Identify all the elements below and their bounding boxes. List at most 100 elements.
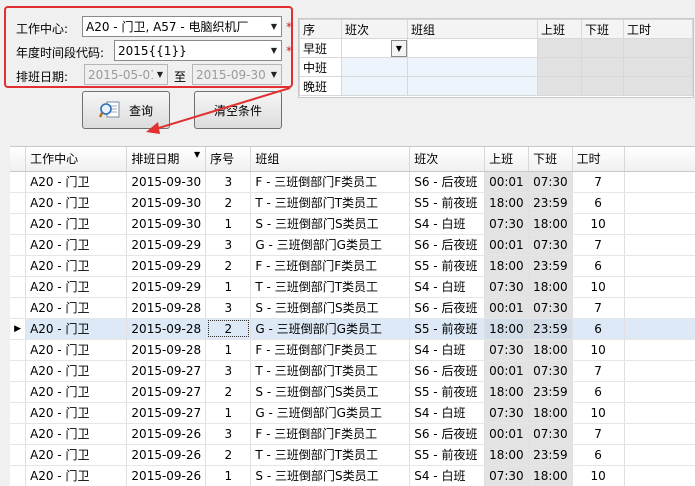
row-indicator[interactable]	[10, 234, 27, 256]
chevron-down-icon[interactable]: ▼	[267, 41, 281, 60]
cell-hours[interactable]: 10	[572, 339, 625, 361]
cell-hours[interactable]: 7	[572, 234, 625, 256]
cell-seq[interactable]: 3	[205, 297, 252, 319]
cell-seq[interactable]: 1	[205, 465, 252, 486]
table-row[interactable]: A20 - 门卫 2015-09-28 3 S - 三班倒部门S类员工 S6 - 后夜班…	[10, 297, 695, 319]
shift-row[interactable]: 早班 ▼	[299, 38, 693, 58]
current-row-indicator-icon[interactable]: ▶	[10, 318, 27, 340]
row-indicator[interactable]	[10, 381, 27, 403]
cell-seq[interactable]: 1	[205, 339, 252, 361]
table-row[interactable]: A20 - 门卫 2015-09-30 1 S - 三班倒部门S类员工 S4 - 白班 0…	[10, 213, 695, 235]
cell-date[interactable]: 2015-09-28	[126, 318, 207, 340]
cell-team[interactable]: F - 三班倒部门F类员工	[250, 255, 411, 277]
cell-team[interactable]: F - 三班倒部门F类员工	[250, 171, 411, 193]
cell-start[interactable]: 07:30	[484, 339, 530, 361]
cell-hours[interactable]: 10	[572, 465, 625, 486]
cell-team[interactable]: T - 三班倒部门T类员工	[250, 444, 411, 466]
cell-shift[interactable]: S4 - 白班	[409, 339, 486, 361]
cell-team[interactable]: T - 三班倒部门T类员工	[250, 276, 411, 298]
table-row[interactable]: A20 - 门卫 2015-09-26 1 S - 三班倒部门S类员工 S4 - 白班 0…	[10, 465, 695, 486]
table-row[interactable]: A20 - 门卫 2015-09-28 1 F - 三班倒部门F类员工 S4 - 白班 0…	[10, 339, 695, 361]
cell-seq[interactable]: 2	[205, 444, 252, 466]
table-row[interactable]: A20 - 门卫 2015-09-26 2 T - 三班倒部门T类员工 S5 - 前夜班…	[10, 444, 695, 466]
cell-hours[interactable]: 6	[572, 444, 625, 466]
cell-date[interactable]: 2015-09-27	[126, 360, 207, 382]
cell-shift[interactable]: S5 - 前夜班	[409, 192, 486, 214]
cell-seq[interactable]: 3	[205, 171, 252, 193]
cell-start[interactable]: 00:01	[484, 171, 530, 193]
cell-work-center[interactable]: A20 - 门卫	[25, 360, 128, 382]
row-indicator[interactable]	[10, 213, 27, 235]
cell-start[interactable]: 07:30	[484, 213, 530, 235]
chevron-down-icon[interactable]: ▼	[153, 65, 167, 84]
cell-hours[interactable]: 6	[572, 318, 625, 340]
cell-team[interactable]: S - 三班倒部门S类员工	[250, 297, 411, 319]
cell-work-center[interactable]: A20 - 门卫	[25, 318, 128, 340]
cell-hours[interactable]: 10	[572, 402, 625, 424]
cell-date[interactable]: 2015-09-28	[126, 339, 207, 361]
cell-date[interactable]: 2015-09-27	[126, 402, 207, 424]
cell-hours[interactable]: 7	[572, 423, 625, 445]
cell-seq[interactable]: 1	[205, 213, 252, 235]
row-indicator[interactable]	[10, 255, 27, 277]
shift-row[interactable]: 晚班	[299, 76, 693, 96]
cell-start[interactable]: 07:30	[484, 402, 530, 424]
cell-shift[interactable]: S6 - 后夜班	[409, 360, 486, 382]
col-header-team[interactable]: 班组	[250, 147, 411, 172]
table-row[interactable]: A20 - 门卫 2015-09-27 1 G - 三班倒部门G类员工 S4 - 白班 0…	[10, 402, 695, 424]
shift-cell[interactable]	[407, 38, 538, 58]
cell-hours[interactable]: 7	[572, 297, 625, 319]
col-header-seq[interactable]: 序号	[205, 147, 252, 172]
cell-start[interactable]: 00:01	[484, 297, 530, 319]
cell-end[interactable]: 18:00	[528, 213, 573, 235]
row-indicator[interactable]	[10, 360, 27, 382]
cell-shift[interactable]: S6 - 后夜班	[409, 171, 486, 193]
cell-team[interactable]: G - 三班倒部门G类员工	[250, 402, 411, 424]
cell-date[interactable]: 2015-09-27	[126, 381, 207, 403]
cell-work-center[interactable]: A20 - 门卫	[25, 171, 128, 193]
table-row[interactable]: A20 - 门卫 2015-09-27 3 T - 三班倒部门T类员工 S6 - 后夜班…	[10, 360, 695, 382]
cell-work-center[interactable]: A20 - 门卫	[25, 402, 128, 424]
cell-hours[interactable]: 6	[572, 381, 625, 403]
cell-shift[interactable]: S5 - 前夜班	[409, 255, 486, 277]
cell-end[interactable]: 07:30	[528, 297, 573, 319]
cell-shift[interactable]: S4 - 白班	[409, 276, 486, 298]
cell-seq[interactable]: 2	[205, 255, 252, 277]
row-indicator[interactable]	[10, 423, 27, 445]
cell-date[interactable]: 2015-09-30	[126, 192, 207, 214]
chevron-down-icon[interactable]: ▼	[391, 39, 407, 57]
cell-hours[interactable]: 7	[572, 360, 625, 382]
cell-date[interactable]: 2015-09-26	[126, 444, 207, 466]
cell-date[interactable]: 2015-09-29	[126, 276, 207, 298]
cell-end[interactable]: 07:30	[528, 171, 573, 193]
col-header-date[interactable]: 排班日期 ▼	[126, 147, 207, 172]
cell-work-center[interactable]: A20 - 门卫	[25, 339, 128, 361]
table-row[interactable]: A20 - 门卫 2015-09-30 3 F - 三班倒部门F类员工 S6 - 后夜班…	[10, 171, 695, 193]
cell-work-center[interactable]: A20 - 门卫	[25, 381, 128, 403]
cell-shift[interactable]: S4 - 白班	[409, 402, 486, 424]
col-header-shift[interactable]: 班次	[409, 147, 486, 172]
cell-work-center[interactable]: A20 - 门卫	[25, 255, 128, 277]
shift-cell[interactable]	[341, 76, 408, 96]
row-indicator[interactable]	[10, 276, 27, 298]
cell-shift[interactable]: S5 - 前夜班	[409, 381, 486, 403]
cell-date[interactable]: 2015-09-29	[126, 234, 207, 256]
cell-hours[interactable]: 7	[572, 171, 625, 193]
cell-seq[interactable]: 3	[205, 423, 252, 445]
date-from-field[interactable]: 2015-05-01 ▼	[84, 64, 168, 85]
cell-date[interactable]: 2015-09-30	[126, 171, 207, 193]
cell-work-center[interactable]: A20 - 门卫	[25, 276, 128, 298]
cell-shift[interactable]: S5 - 前夜班	[409, 318, 486, 340]
cell-start[interactable]: 18:00	[484, 381, 530, 403]
cell-work-center[interactable]: A20 - 门卫	[25, 465, 128, 486]
cell-end[interactable]: 07:30	[528, 423, 573, 445]
cell-work-center[interactable]: A20 - 门卫	[25, 234, 128, 256]
cell-hours[interactable]: 6	[572, 255, 625, 277]
cell-end[interactable]: 07:30	[528, 234, 573, 256]
cell-hours[interactable]: 10	[572, 213, 625, 235]
col-header-work-center[interactable]: 工作中心	[25, 147, 128, 172]
cell-start[interactable]: 18:00	[484, 318, 530, 340]
cell-end[interactable]: 23:59	[528, 255, 573, 277]
work-center-combo[interactable]: A20 - 门卫, A57 - 电脑织机厂 ▼	[82, 16, 282, 37]
cell-shift[interactable]: S4 - 白班	[409, 213, 486, 235]
